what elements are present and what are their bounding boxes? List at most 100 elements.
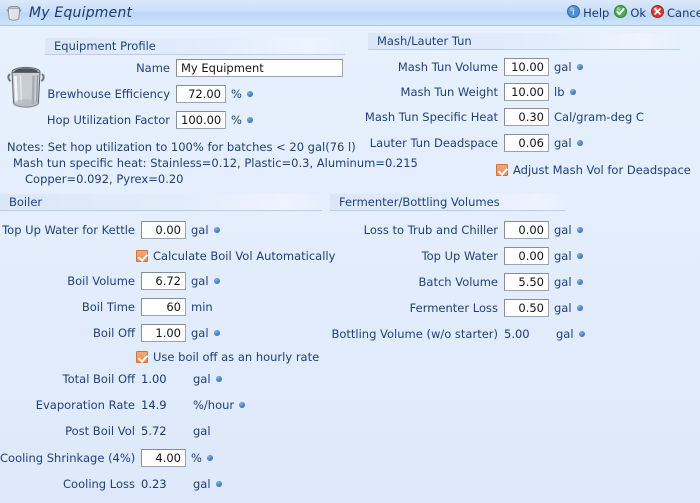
mash-tun-specific-heat-unit: Cal/gram-deg C xyxy=(554,110,644,124)
check-circle-icon xyxy=(614,4,628,21)
field-row-boil-volume: Boil Volume gal xyxy=(0,271,220,291)
mash-tun-volume-label: Mash Tun Volume xyxy=(397,60,498,74)
svg-text:i: i xyxy=(572,7,575,17)
unit-selector-dot[interactable] xyxy=(206,455,213,461)
unit-selector-dot[interactable] xyxy=(576,253,583,259)
unit-selector-dot[interactable] xyxy=(213,278,220,284)
ok-label: Ok xyxy=(630,5,647,20)
hop-utilization-unit: % xyxy=(231,113,242,127)
name-input[interactable] xyxy=(176,59,343,77)
checkbox-row-hourly-rate[interactable]: Use boil off as an hourly rate xyxy=(136,348,319,366)
fermenter-loss-input[interactable] xyxy=(504,299,549,317)
field-row-mash-tun-specific-heat: Mash Tun Specific Heat Cal/gram-deg C xyxy=(355,107,644,127)
field-row-loss-to-trub: Loss to Trub and Chiller gal xyxy=(355,220,583,240)
boil-time-input[interactable] xyxy=(141,298,186,316)
lauter-tun-deadspace-unit: gal xyxy=(554,136,572,150)
unit-selector-dot[interactable] xyxy=(213,330,220,336)
post-boil-vol-unit: gal xyxy=(193,424,211,438)
mash-tun-weight-label: Mash Tun Weight xyxy=(400,85,498,99)
boil-time-label: Boil Time xyxy=(81,300,135,314)
field-row-lauter-tun-deadspace: Lauter Tun Deadspace gal xyxy=(355,133,583,153)
brewhouse-efficiency-unit: % xyxy=(231,87,242,101)
unit-selector-dot[interactable] xyxy=(569,89,576,95)
field-row-bottling-volume: Bottling Volume (w/o starter) 5.00 gal xyxy=(328,324,585,344)
unit-selector-dot[interactable] xyxy=(576,140,583,146)
section-header-fermenter-bottling: Fermenter/Bottling Volumes xyxy=(330,194,565,211)
cooling-shrinkage-input[interactable] xyxy=(141,449,186,467)
mash-tun-volume-input[interactable] xyxy=(504,58,549,76)
help-button[interactable]: i Help xyxy=(567,4,609,21)
boil-volume-unit: gal xyxy=(191,274,209,288)
boil-off-label: Boil Off xyxy=(93,326,135,340)
hourly-rate-label: Use boil off as an hourly rate xyxy=(153,350,320,364)
top-up-water-kettle-label: Top Up Water for Kettle xyxy=(2,223,135,237)
unit-selector-dot[interactable] xyxy=(576,305,583,311)
field-row-top-up-water: Top Up Water gal xyxy=(355,246,583,266)
field-row-name: Name xyxy=(60,58,343,78)
top-up-water-kettle-unit: gal xyxy=(191,223,209,237)
notes-line-1: Notes: Set hop utilization to 100% for b… xyxy=(7,140,356,154)
unit-selector-dot[interactable] xyxy=(215,481,222,487)
field-row-cooling-loss: Cooling Loss 0.23 gal xyxy=(0,474,222,494)
notes-line-3: Copper=0.092, Pyrex=0.20 xyxy=(25,172,184,186)
unit-selector-dot[interactable] xyxy=(578,331,585,337)
evaporation-rate-label: Evaporation Rate xyxy=(35,398,135,412)
mash-tun-volume-unit: gal xyxy=(554,60,572,74)
top-up-water-label: Top Up Water xyxy=(421,249,498,263)
total-boil-off-value: 1.00 xyxy=(141,372,167,386)
field-row-fermenter-loss: Fermenter Loss gal xyxy=(355,298,583,318)
unit-selector-dot[interactable] xyxy=(239,402,246,408)
bottling-volume-unit: gal xyxy=(556,327,574,341)
cooling-shrinkage-unit: % xyxy=(191,451,202,465)
field-row-boil-time: Boil Time min xyxy=(0,297,213,317)
fermenter-loss-unit: gal xyxy=(554,301,572,315)
brewhouse-efficiency-input[interactable] xyxy=(176,85,226,103)
checkbox-row-adjust-mash-vol[interactable]: Adjust Mash Vol for Deadspace xyxy=(496,161,691,179)
kettle-icon xyxy=(6,4,22,21)
cancel-label: Cancel xyxy=(667,5,700,20)
mash-tun-weight-input[interactable] xyxy=(504,83,549,101)
unit-selector-dot[interactable] xyxy=(213,227,220,233)
hop-utilization-label: Hop Utilization Factor xyxy=(46,113,170,127)
top-up-water-kettle-input[interactable] xyxy=(141,221,186,239)
boil-time-unit: min xyxy=(191,300,213,314)
unit-selector-dot[interactable] xyxy=(215,376,222,382)
cancel-button[interactable]: Cancel xyxy=(651,4,700,21)
mash-tun-specific-heat-input[interactable] xyxy=(504,108,549,126)
section-header-boiler: Boiler xyxy=(0,194,322,211)
unit-selector-dot[interactable] xyxy=(246,117,253,123)
top-up-water-input[interactable] xyxy=(504,247,549,265)
mash-tun-specific-heat-label: Mash Tun Specific Heat xyxy=(364,110,498,124)
post-boil-vol-value: 5.72 xyxy=(141,424,167,438)
hourly-rate-checkbox[interactable] xyxy=(136,351,148,363)
field-row-post-boil-vol: Post Boil Vol 5.72 gal xyxy=(0,421,211,441)
hop-utilization-input[interactable] xyxy=(176,111,226,129)
name-label: Name xyxy=(136,61,170,75)
adjust-mash-vol-checkbox[interactable] xyxy=(496,164,508,176)
boil-volume-input[interactable] xyxy=(141,272,186,290)
ok-button[interactable]: Ok xyxy=(614,4,647,21)
unit-selector-dot[interactable] xyxy=(576,227,583,233)
window-title: My Equipment xyxy=(29,4,133,21)
lauter-tun-deadspace-input[interactable] xyxy=(504,134,549,152)
unit-selector-dot[interactable] xyxy=(246,91,253,97)
top-up-water-unit: gal xyxy=(554,249,572,263)
batch-volume-unit: gal xyxy=(554,275,572,289)
notes-line-2: Mash tun specific heat: Stainless=0.12, … xyxy=(13,156,418,170)
cooling-loss-value: 0.23 xyxy=(141,477,167,491)
checkbox-row-calculate-boil-vol[interactable]: Calculate Boil Vol Automatically xyxy=(136,247,335,265)
batch-volume-input[interactable] xyxy=(504,273,549,291)
boil-off-input[interactable] xyxy=(141,324,186,342)
cooling-loss-unit: gal xyxy=(193,477,211,491)
calculate-boil-vol-label: Calculate Boil Vol Automatically xyxy=(153,249,336,263)
field-row-evaporation-rate: Evaporation Rate 14.9 %/hour xyxy=(0,395,246,415)
unit-selector-dot[interactable] xyxy=(576,279,583,285)
total-boil-off-label: Total Boil Off xyxy=(62,372,135,386)
field-row-batch-volume: Batch Volume gal xyxy=(355,272,583,292)
field-row-cooling-shrinkage: Cooling Shrinkage (4%) % xyxy=(0,448,213,468)
loss-to-trub-input[interactable] xyxy=(504,221,549,239)
unit-selector-dot[interactable] xyxy=(576,64,583,70)
field-row-brewhouse-efficiency: Brewhouse Efficiency % xyxy=(30,84,253,104)
calculate-boil-vol-checkbox[interactable] xyxy=(136,250,148,262)
title-bar-actions: i Help Ok Cance xyxy=(567,0,700,25)
